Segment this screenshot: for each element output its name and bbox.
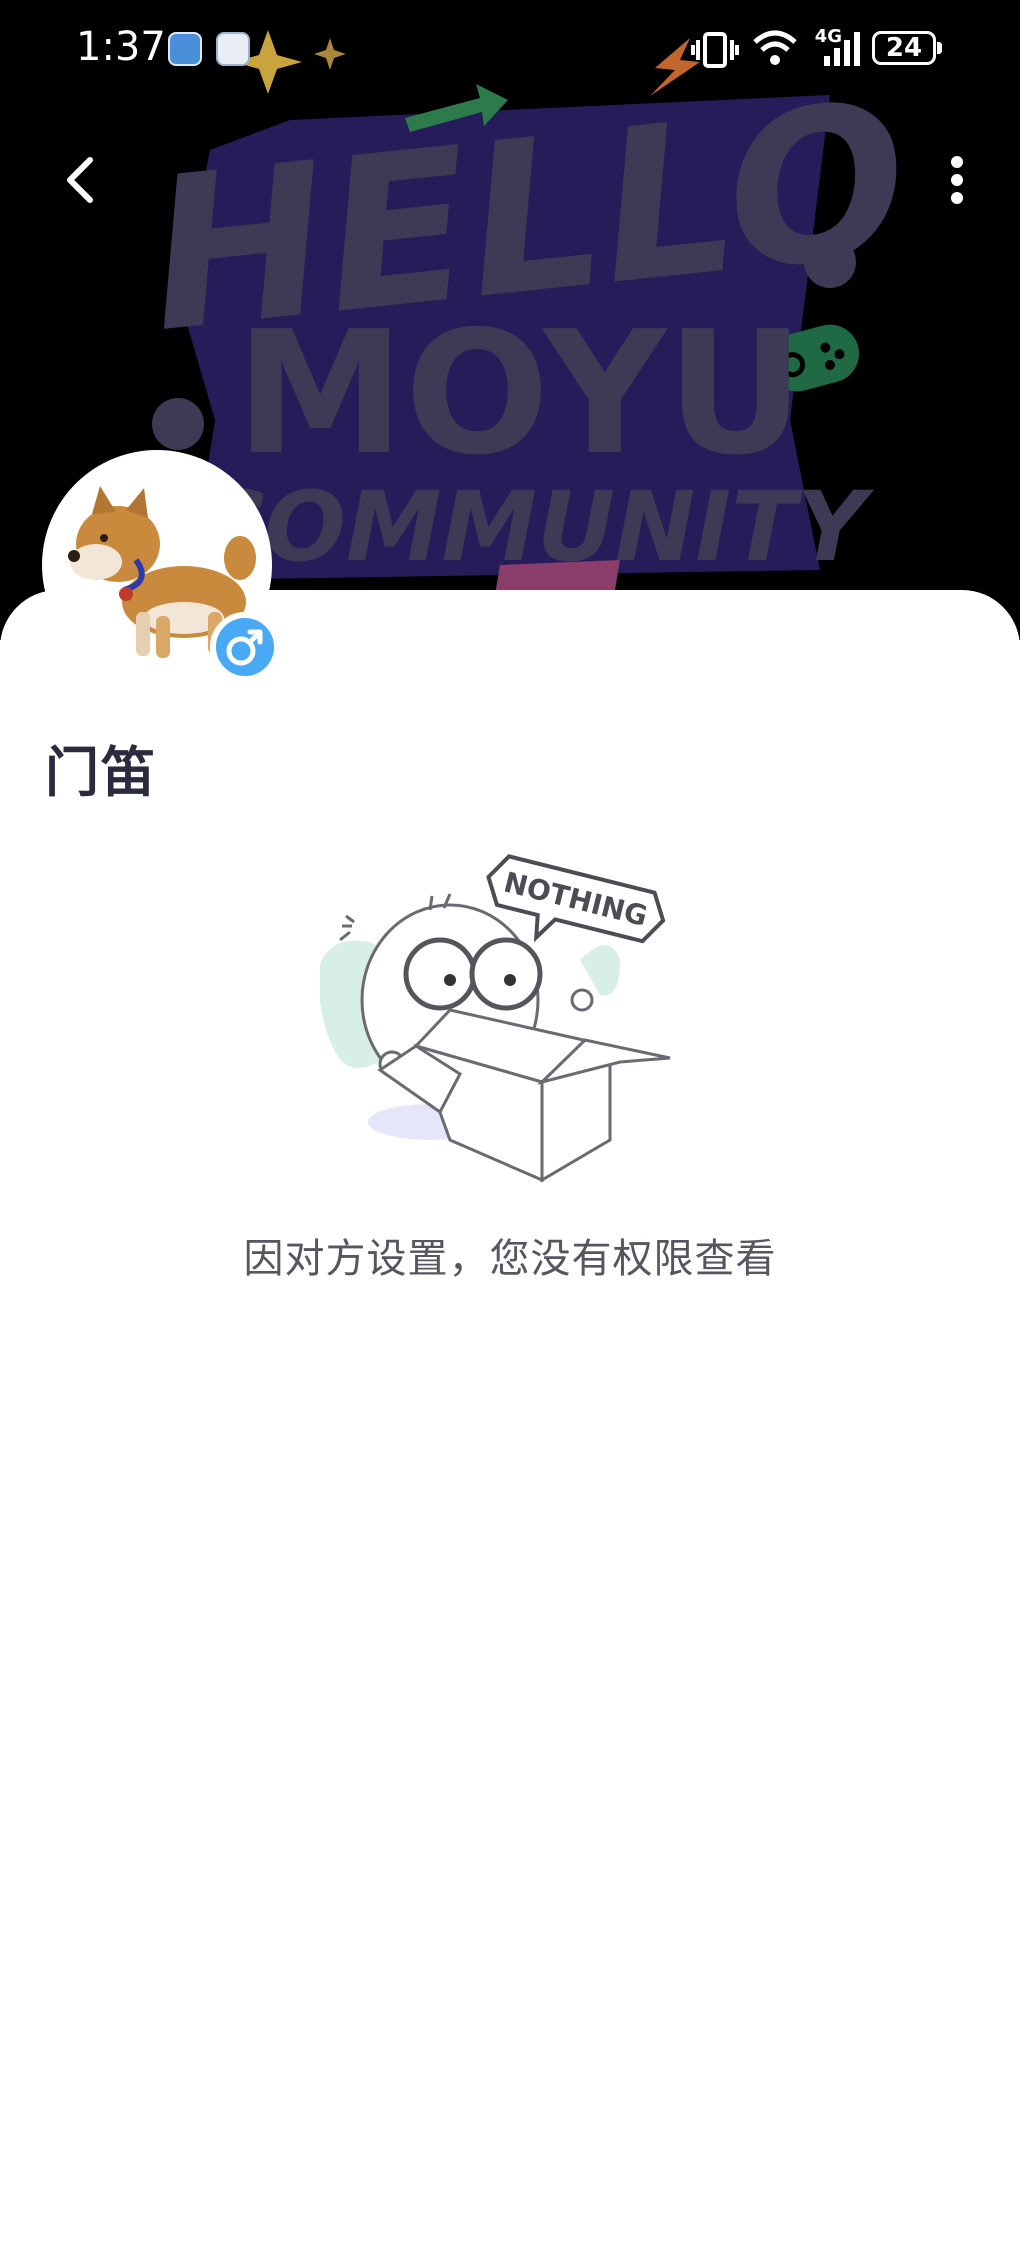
battery-indicator: 24	[872, 31, 936, 65]
back-button[interactable]	[54, 150, 106, 210]
app-notification-icon	[216, 32, 250, 66]
wifi-icon	[753, 30, 797, 65]
weather-app-icon	[168, 32, 202, 66]
profile-card	[0, 590, 1020, 2257]
username: 门笛	[45, 741, 157, 804]
banner-dot	[152, 398, 204, 450]
chevron-left-icon	[67, 157, 93, 203]
more-options-button[interactable]	[932, 148, 982, 212]
banner-title-line3: COMMUNITY	[194, 471, 875, 583]
more-vertical-icon	[951, 156, 963, 204]
signal-icon	[824, 32, 860, 66]
empty-state-illustration: NOTHING	[320, 854, 671, 1183]
status-time: 1:37	[76, 24, 166, 70]
vibrate-icon	[691, 32, 739, 68]
banner-title-line2: MOYU	[236, 295, 805, 493]
battery-tip	[937, 42, 942, 54]
empty-state-message: 因对方设置，您没有权限查看	[243, 1236, 777, 1282]
male-icon	[226, 629, 263, 666]
gender-badge	[210, 612, 280, 682]
status-bar: 1:37 4G 24	[0, 0, 1020, 100]
